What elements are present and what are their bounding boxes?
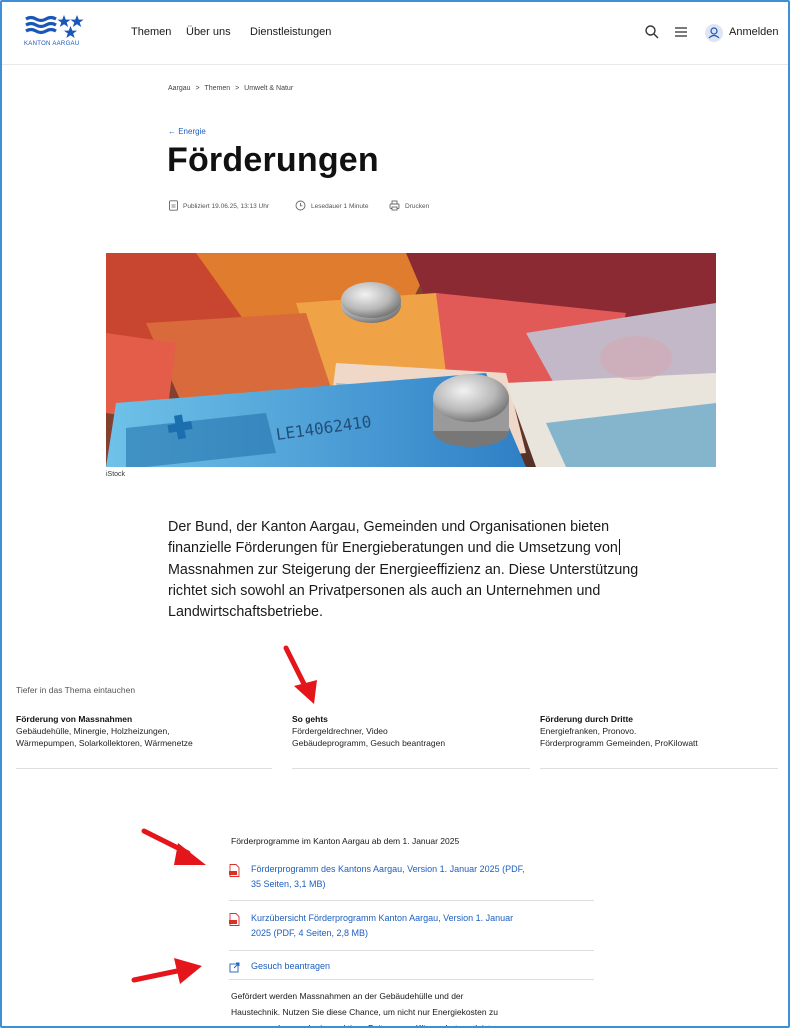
pdf-icon bbox=[229, 864, 240, 877]
lead-line: Der Bund, der Kanton Aargau, Gemeinden u… bbox=[168, 519, 610, 535]
lead-line: finanzielle Förderungen für Energieberat… bbox=[168, 538, 668, 559]
download-link-text: Förderprogramm des Kantons Aargau, Versi… bbox=[251, 862, 591, 892]
deeper-card-line: Energiefranken, Pronovo. bbox=[540, 726, 637, 736]
deeper-card-massnahmen[interactable]: Förderung von Massnahmen Gebäudehülle, M… bbox=[16, 714, 272, 769]
deeper-section-title: Tiefer in das Thema eintauchen bbox=[16, 685, 136, 695]
document-icon bbox=[169, 200, 178, 211]
download-link-line: Förderprogramm des Kantons Aargau, Versi… bbox=[251, 864, 525, 874]
breadcrumb-separator: > bbox=[195, 85, 200, 92]
menu-icon[interactable] bbox=[673, 24, 689, 40]
user-glyph-icon bbox=[708, 27, 720, 39]
lead-paragraph: Der Bund, der Kanton Aargau, Gemeinden u… bbox=[168, 517, 668, 623]
search-icon[interactable] bbox=[644, 24, 660, 40]
user-icon[interactable] bbox=[705, 24, 723, 42]
image-credit: iStock bbox=[106, 471, 126, 478]
clock-icon bbox=[295, 200, 306, 211]
back-link-energie[interactable]: ← Energie bbox=[168, 127, 206, 136]
download-link-foerderprogramm[interactable]: Förderprogramm des Kantons Aargau, Versi… bbox=[229, 862, 594, 901]
breadcrumb: Aargau > Themen > Umwelt & Natur bbox=[168, 85, 296, 92]
text-cursor bbox=[618, 539, 620, 556]
annotation-arrow-icon bbox=[141, 828, 206, 865]
breadcrumb-item-umwelt-natur[interactable]: Umwelt & Natur bbox=[244, 85, 293, 92]
annotation-arrow-icon bbox=[283, 645, 317, 704]
body-line: Gefördert werden Massnahmen an der Gebäu… bbox=[231, 991, 464, 1001]
lead-line: richtet sich sowohl an Privatpersonen al… bbox=[168, 582, 601, 599]
body-paragraph: Gefördert werden Massnahmen an der Gebäu… bbox=[231, 988, 591, 1028]
pdf-icon bbox=[229, 913, 240, 926]
deeper-card-line: Gebäudehülle, Minergie, Holzheizungen, bbox=[16, 726, 170, 736]
deeper-card-line: Förderprogramm Gemeinden, ProKilowatt bbox=[540, 738, 698, 748]
downloads-intro: Förderprogramme im Kanton Aargau ab dem … bbox=[231, 836, 460, 846]
lead-line-text: finanzielle Förderungen für Energieberat… bbox=[168, 540, 618, 557]
download-link-line: 35 Seiten, 3,1 MB) bbox=[251, 879, 326, 889]
logo-waves-stars-icon bbox=[25, 15, 84, 38]
external-link-icon bbox=[229, 962, 240, 973]
nav-themen[interactable]: Themen bbox=[131, 26, 171, 38]
login-link[interactable]: Anmelden bbox=[729, 26, 779, 38]
deeper-card-line: Gebäudeprogramm, Gesuch beantragen bbox=[292, 738, 446, 748]
deeper-card-title: So gehts bbox=[292, 714, 328, 724]
deeper-card-title: Förderung von Massnahmen bbox=[16, 714, 133, 724]
lead-line: Massnahmen zur Steigerung der Energieeff… bbox=[168, 561, 639, 578]
download-link-kurzuebersicht[interactable]: Kurzübersicht Förderprogramm Kanton Aarg… bbox=[229, 911, 594, 951]
browser-frame: KANTON AARGAU Themen Über uns Dienstleis… bbox=[0, 0, 790, 1028]
page-title: Förderungen bbox=[167, 141, 379, 179]
download-link-line: Kurzübersicht Förderprogramm Kanton Aarg… bbox=[251, 913, 514, 923]
annotation-arrow-icon bbox=[131, 958, 202, 984]
download-link-text: Kurzübersicht Förderprogramm Kanton Aarg… bbox=[251, 911, 591, 941]
nav-ueber-uns[interactable]: Über uns bbox=[186, 26, 231, 38]
deeper-card-dritte[interactable]: Förderung durch Dritte Energiefranken, P… bbox=[540, 714, 778, 769]
nav-dienstleistungen[interactable]: Dienstleistungen bbox=[250, 26, 331, 38]
breadcrumb-item-aargau[interactable]: Aargau bbox=[168, 85, 191, 92]
print-icon[interactable] bbox=[389, 200, 400, 211]
hero-image-banknotes-coins: LE14062410 bbox=[106, 253, 716, 467]
external-link-text: Gesuch beantragen bbox=[251, 961, 331, 971]
published-date: Publiziert 19.06.25, 13:13 Uhr bbox=[183, 203, 269, 210]
logo-text: KANTON AARGAU bbox=[24, 41, 80, 47]
kanton-aargau-logo[interactable]: KANTON AARGAU bbox=[24, 14, 104, 50]
body-line: Haustechnik. Nutzen Sie diese Chance, um… bbox=[231, 1007, 498, 1017]
body-line: sparen, sondern auch einen aktiven Beitr… bbox=[231, 1023, 503, 1028]
breadcrumb-item-themen[interactable]: Themen bbox=[204, 85, 230, 92]
breadcrumb-separator: > bbox=[235, 85, 240, 92]
external-link-gesuch-beantragen[interactable]: Gesuch beantragen bbox=[229, 959, 594, 980]
deeper-card-line: Fördergeldrechner, Video bbox=[292, 726, 388, 736]
deeper-card-line: Wärmepumpen, Solarkollektoren, Wärmenetz… bbox=[16, 738, 193, 748]
deeper-card-title: Förderung durch Dritte bbox=[540, 714, 634, 724]
download-link-line: 2025 (PDF, 4 Seiten, 2,8 MB) bbox=[251, 928, 369, 938]
lead-line: Landwirtschaftsbetriebe. bbox=[168, 604, 323, 621]
deeper-card-so-gehts[interactable]: So gehts Fördergeldrechner, Video Gebäud… bbox=[292, 714, 530, 769]
site-header: KANTON AARGAU Themen Über uns Dienstleis… bbox=[2, 2, 788, 65]
banknotes-illustration: LE14062410 bbox=[106, 253, 716, 467]
reading-time: Lesedauer 1 Minute bbox=[311, 203, 369, 210]
print-link[interactable]: Drucken bbox=[405, 203, 429, 210]
